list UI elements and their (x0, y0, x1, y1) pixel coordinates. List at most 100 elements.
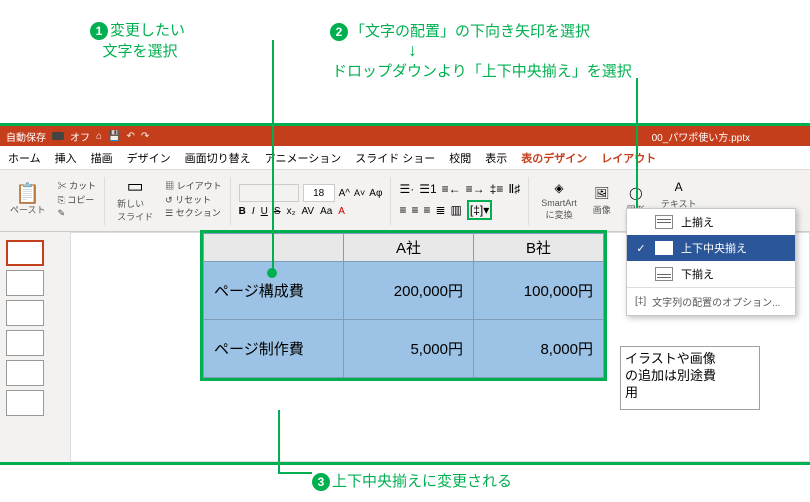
anno-3-text: 上下中央揃えに変更される (332, 473, 512, 490)
bullets-button[interactable]: ☰· (399, 182, 414, 196)
ribbon-tabs: ホーム 挿入 描画 デザイン 画面切り替え アニメーション スライド ショー 校… (0, 146, 810, 170)
thumb-2[interactable] (6, 270, 44, 296)
shrink-font-icon[interactable]: A˅ (354, 188, 365, 198)
dd-top-align[interactable]: 上揃え (627, 209, 795, 235)
font-size-input[interactable] (303, 184, 335, 202)
bottom-align-icon (655, 267, 673, 281)
anno-2b-text: ドロップダウンより「上下中央揃え」を選択 (332, 63, 632, 80)
th-b[interactable]: B社 (474, 234, 604, 262)
tab-animation[interactable]: アニメーション (265, 150, 342, 166)
newslide-label: 新しい スライド (117, 197, 153, 223)
smartart-label: SmartArt に変換 (541, 198, 577, 221)
case-button[interactable]: Aa (320, 206, 332, 217)
undo-icon[interactable]: ↶ (127, 131, 135, 142)
anno-2-text: 「文字の配置」の下向き矢印を選択 (350, 23, 590, 40)
middle-align-icon (655, 241, 673, 255)
options-icon: [‡] (635, 296, 646, 307)
tab-review[interactable]: 校閲 (449, 150, 471, 166)
format-painter-button[interactable]: ✎ (58, 207, 97, 221)
anno-1-line1: 変更したい (110, 22, 185, 39)
tab-tabledesign[interactable]: 表のデザイン (521, 150, 587, 166)
image-label: 画像 (593, 203, 611, 216)
bold-button[interactable]: B (239, 206, 246, 217)
thumb-4[interactable] (6, 330, 44, 356)
strike-button[interactable]: S (274, 206, 281, 217)
align-right-button[interactable]: ≡ (423, 203, 430, 217)
autosave-label: 自動保存 (6, 129, 46, 144)
anno-num-1: 1 (90, 22, 108, 40)
copy-button[interactable]: ⎘ コピー (58, 194, 97, 208)
titlebar: 自動保存 オフ ⌂ 💾 ↶ ↷ 00_パワポ使い方.pptx (0, 126, 810, 146)
file-name: 00_パワポ使い方.pptx (652, 129, 750, 144)
autosave-off: オフ (70, 129, 90, 144)
section-button[interactable]: ☰ セクション (165, 207, 222, 221)
anno-1-line2: 文字を選択 (103, 43, 178, 60)
cell-r2-a[interactable]: 5,000円 (344, 320, 474, 378)
tab-view[interactable]: 表示 (485, 150, 507, 166)
text-direction-button[interactable]: Ⅱ♯ (508, 182, 520, 196)
cell-r2-label[interactable]: ページ制作費 (204, 320, 344, 378)
text-align-dropdown: 上揃え ✓ 上下中央揃え 下揃え [‡] 文字列の配置のオプション... (626, 208, 796, 316)
th-a[interactable]: A社 (344, 234, 474, 262)
callout-textbox[interactable]: イラストや画像 の追加は別途費 用 (620, 346, 760, 410)
tab-insert[interactable]: 挿入 (55, 150, 77, 166)
cell-r2-b[interactable]: 8,000円 (474, 320, 604, 378)
justify-button[interactable]: ≣ (435, 203, 445, 217)
text-align-vert-button[interactable]: [‡]▾ (467, 200, 492, 220)
grow-font-icon[interactable]: A^ (339, 188, 350, 199)
thumb-5[interactable] (6, 360, 44, 386)
columns-button[interactable]: ▥ (451, 203, 462, 217)
cut-button[interactable]: ✂ カット (58, 180, 97, 194)
leader-1-dot (267, 268, 277, 278)
layout-button[interactable]: ▦ レイアウト (165, 180, 222, 194)
anno-num-2: 2 (330, 23, 348, 41)
clear-format-icon[interactable]: Aφ (369, 188, 382, 199)
slide-thumbnails (0, 232, 70, 462)
paste-icon[interactable]: 📋 (20, 185, 36, 201)
image-icon[interactable]: 🖼 (594, 185, 610, 201)
save-icon[interactable]: 💾 (108, 131, 120, 142)
paste-label: ペースト (10, 203, 46, 216)
anno-arrow-down: ↓ (408, 40, 417, 61)
leader-3h (278, 472, 312, 474)
align-center-button[interactable]: ≡ (411, 203, 418, 217)
leader-3v (278, 410, 280, 472)
autosave-toggle[interactable] (52, 132, 64, 140)
indent-inc-button[interactable]: ≡→ (466, 182, 485, 196)
thumb-6[interactable] (6, 390, 44, 416)
cell-r1-b[interactable]: 100,000円 (474, 262, 604, 320)
tab-draw[interactable]: 描画 (91, 150, 113, 166)
font-family-select[interactable] (239, 184, 299, 202)
italic-button[interactable]: I (252, 206, 255, 217)
thumb-1[interactable] (6, 240, 44, 266)
tab-transitions[interactable]: 画面切り替え (185, 150, 251, 166)
linespacing-button[interactable]: ‡≡ (490, 182, 504, 196)
font-color-button[interactable]: A (338, 206, 345, 217)
numbering-button[interactable]: ☰1 (419, 182, 436, 196)
top-align-icon (655, 215, 673, 229)
tab-layout[interactable]: レイアウト (601, 150, 656, 166)
home-icon[interactable]: ⌂ (96, 131, 102, 142)
underline-button[interactable]: U (261, 206, 268, 217)
tab-design[interactable]: デザイン (127, 150, 171, 166)
thumb-3[interactable] (6, 300, 44, 326)
selected-table[interactable]: A社 B社 ページ構成費 200,000円 100,000円 ページ制作費 5,… (200, 230, 607, 381)
redo-icon[interactable]: ↷ (141, 131, 149, 142)
dd-more-options[interactable]: [‡] 文字列の配置のオプション... (627, 288, 795, 315)
indent-dec-button[interactable]: ≡← (442, 182, 461, 196)
reset-button[interactable]: ↺ リセット (165, 194, 222, 208)
cell-r1-a[interactable]: 200,000円 (344, 262, 474, 320)
sub-button[interactable]: x₂ (287, 206, 296, 217)
align-left-button[interactable]: ≡ (399, 203, 406, 217)
leader-2 (636, 78, 638, 228)
anno-num-3: 3 (312, 473, 330, 491)
check-icon: ✓ (635, 242, 647, 255)
tab-home[interactable]: ホーム (8, 150, 41, 166)
tab-slideshow[interactable]: スライド ショー (355, 150, 435, 166)
textbox-icon[interactable]: A (671, 179, 687, 195)
dd-bottom-align[interactable]: 下揃え (627, 261, 795, 287)
dd-middle-align[interactable]: ✓ 上下中央揃え (627, 235, 795, 261)
smartart-icon[interactable]: ◈ (551, 180, 567, 196)
charspacing-button[interactable]: AV (301, 206, 314, 217)
newslide-icon[interactable]: ▭ (127, 179, 143, 195)
